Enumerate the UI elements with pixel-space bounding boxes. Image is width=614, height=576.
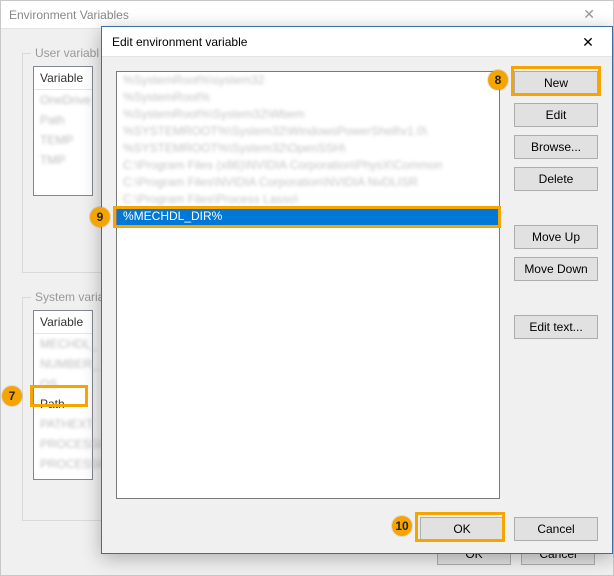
callout-9: 9 <box>90 207 110 227</box>
callout-10: 10 <box>392 516 412 536</box>
path-entry[interactable]: C:\Program Files\Process Lasso\ <box>117 191 499 208</box>
edit-text-button[interactable]: Edit text... <box>514 315 598 339</box>
list-item[interactable]: OneDrive <box>34 90 92 110</box>
new-button[interactable]: New <box>514 71 598 95</box>
list-item[interactable]: OS <box>34 374 92 394</box>
cancel-button[interactable]: Cancel <box>514 517 598 541</box>
list-item[interactable]: PATHEXT <box>34 414 92 434</box>
callout-7: 7 <box>2 386 22 406</box>
list-item[interactable]: NUMBER_ <box>34 354 92 374</box>
path-entry[interactable]: C:\Program Files (x86)\NVIDIA Corporatio… <box>117 157 499 174</box>
list-header-variable[interactable]: Variable <box>34 311 92 334</box>
env-vars-title: Environment Variables <box>9 8 129 22</box>
list-item[interactable]: PROCESSC <box>34 434 92 454</box>
path-entry[interactable]: %SYSTEMROOT%\System32\WindowsPowerShell\… <box>117 123 499 140</box>
list-item[interactable]: TMP <box>34 150 92 170</box>
path-entry[interactable]: C:\Program Files\NVIDIA Corporation\NVID… <box>117 174 499 191</box>
edit-dialog-titlebar: Edit environment variable ✕ <box>102 27 612 57</box>
close-icon[interactable]: ✕ <box>573 6 605 23</box>
list-header-variable[interactable]: Variable <box>34 67 92 90</box>
user-variables-label: User variabl <box>31 46 103 60</box>
system-variables-list[interactable]: Variable MECHDL_ NUMBER_ OS Path PATHEXT… <box>33 310 93 480</box>
move-down-button[interactable]: Move Down <box>514 257 598 281</box>
list-item[interactable]: PROCESSC <box>34 454 92 474</box>
edit-button[interactable]: Edit <box>514 103 598 127</box>
callout-8: 8 <box>488 70 508 90</box>
system-variables-label: System varia <box>31 290 108 304</box>
edit-dialog-title: Edit environment variable <box>112 35 247 49</box>
path-entry[interactable]: %SYSTEMROOT%\System32\OpenSSH\ <box>117 140 499 157</box>
ok-button[interactable]: OK <box>420 517 504 541</box>
edit-dialog-side-buttons: New Edit Browse... Delete Move Up Move D… <box>514 71 598 339</box>
list-item-path[interactable]: Path <box>34 394 92 414</box>
list-item[interactable]: MECHDL_ <box>34 334 92 354</box>
edit-dialog-body: %SystemRoot%\system32 %SystemRoot% %Syst… <box>102 57 612 555</box>
path-entries-list[interactable]: %SystemRoot%\system32 %SystemRoot% %Syst… <box>116 71 500 499</box>
list-item[interactable]: TEMP <box>34 130 92 150</box>
path-entry[interactable]: %SystemRoot%\system32 <box>117 72 499 89</box>
list-item[interactable]: Path <box>34 110 92 130</box>
env-vars-titlebar: Environment Variables ✕ <box>1 1 613 29</box>
path-entry-selected[interactable]: %MECHDL_DIR% <box>117 208 499 225</box>
user-variables-list[interactable]: Variable OneDrive Path TEMP TMP <box>33 66 93 196</box>
browse-button[interactable]: Browse... <box>514 135 598 159</box>
close-icon[interactable]: ✕ <box>566 28 610 56</box>
edit-dialog-buttons: OK Cancel <box>420 517 598 541</box>
path-entry[interactable]: %SystemRoot% <box>117 89 499 106</box>
delete-button[interactable]: Delete <box>514 167 598 191</box>
edit-env-var-dialog: Edit environment variable ✕ %SystemRoot%… <box>101 26 613 554</box>
move-up-button[interactable]: Move Up <box>514 225 598 249</box>
path-entry[interactable]: %SystemRoot%\System32\Wbem <box>117 106 499 123</box>
